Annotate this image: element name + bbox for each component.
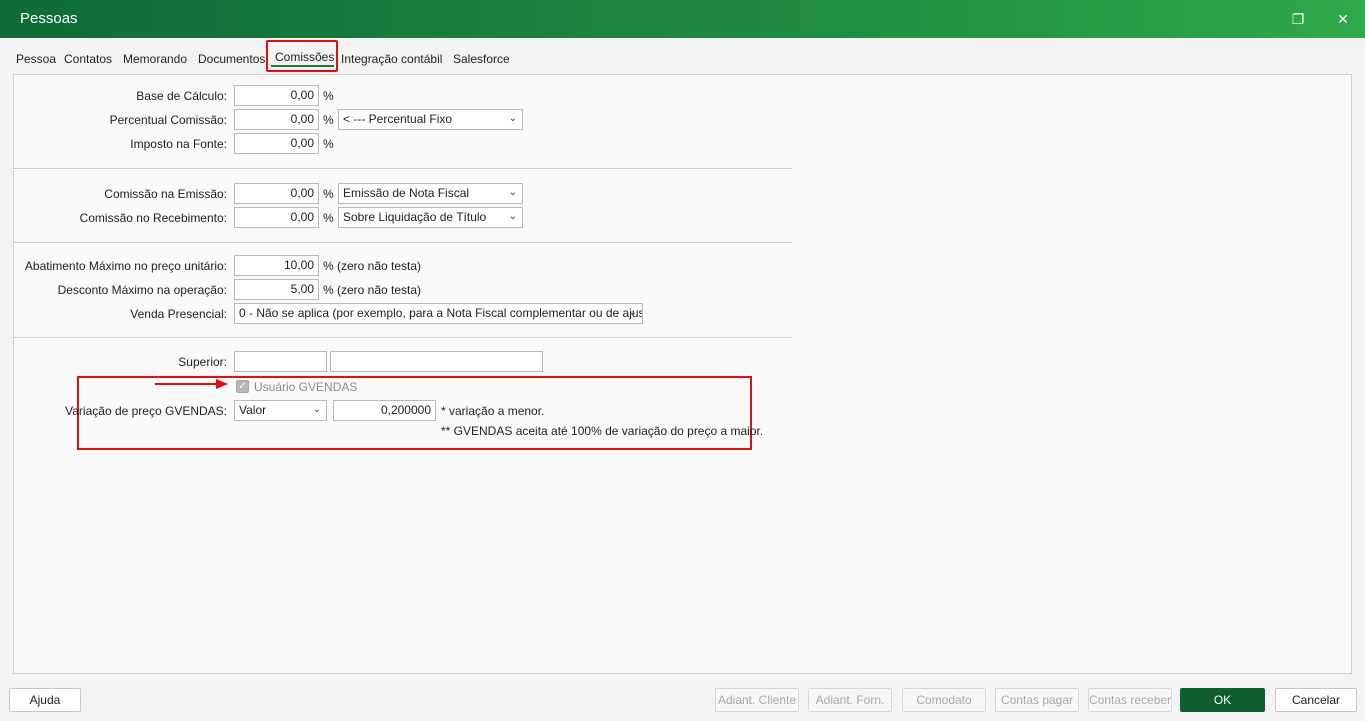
venda-presencial-label: Venda Presencial:: [130, 307, 227, 321]
gvendas-checkbox[interactable]: ✓: [236, 380, 249, 393]
venda-presencial-value: 0 - Não se aplica (por exemplo, para a N…: [239, 306, 643, 320]
comissao-emissao-type: Emissão de Nota Fiscal: [343, 186, 470, 200]
imposto-fonte-unit: %: [323, 137, 334, 151]
percentual-type-value: < --- Percentual Fixo: [343, 112, 453, 126]
chevron-down-icon: ⌄: [508, 113, 517, 124]
variacao-note-maior: ** GVENDAS aceita até 100% de variação d…: [441, 424, 764, 438]
base-calculo-input[interactable]: 0,00: [234, 85, 319, 106]
section-divider: [13, 242, 792, 244]
tab-pessoa[interactable]: Pessoa: [16, 52, 56, 66]
tab-contatos[interactable]: Contatos: [64, 52, 112, 66]
percentual-type-select[interactable]: < --- Percentual Fixo ⌄: [338, 109, 523, 130]
abatimento-maximo-unit: % (zero não testa): [323, 259, 422, 273]
window-title: Pessoas: [20, 10, 78, 27]
checkmark-icon: ✓: [238, 381, 247, 392]
base-calculo-unit: %: [323, 89, 334, 103]
abatimento-maximo-input[interactable]: 10,00: [234, 255, 319, 276]
abatimento-maximo-label: Abatimento Máximo no preço unitário:: [24, 259, 227, 273]
contas-receber-button[interactable]: Contas receber: [1088, 688, 1172, 712]
tab-highlight-annotation: [266, 40, 338, 72]
percentual-comissao-unit: %: [323, 113, 334, 127]
variacao-tipo-value: Valor: [239, 403, 267, 417]
chevron-down-icon: ⌄: [628, 307, 637, 318]
base-calculo-label: Base de Cálculo:: [136, 89, 227, 103]
ok-button[interactable]: OK: [1180, 688, 1265, 712]
red-arrow-annotation: [155, 383, 217, 385]
adiant-forn-button[interactable]: Adiant. Forn.: [808, 688, 892, 712]
chevron-down-icon: ⌄: [508, 187, 517, 198]
tab-documentos[interactable]: Documentos: [198, 52, 265, 66]
commissions-panel: [13, 74, 1352, 674]
superior-code-input[interactable]: [234, 351, 327, 372]
gvendas-checkbox-label: Usuário GVENDAS: [254, 380, 358, 394]
ajuda-button[interactable]: Ajuda: [9, 688, 81, 712]
comissao-emissao-label: Comissão na Emissão:: [104, 187, 227, 201]
restore-icon[interactable]: ❐: [1285, 6, 1311, 32]
close-icon[interactable]: ✕: [1330, 6, 1356, 32]
tab-memorando[interactable]: Memorando: [123, 52, 187, 66]
chevron-down-icon: ⌄: [312, 404, 321, 415]
comodato-button[interactable]: Comodato: [902, 688, 986, 712]
variacao-tipo-select[interactable]: Valor ⌄: [234, 400, 327, 421]
chevron-down-icon: ⌄: [508, 211, 517, 222]
comissao-emissao-input[interactable]: 0,00: [234, 183, 319, 204]
comissao-emissao-unit: %: [323, 187, 334, 201]
comissao-recebimento-label: Comissão no Recebimento:: [79, 211, 227, 225]
imposto-fonte-label: Imposto na Fonte:: [130, 137, 227, 151]
section-divider: [13, 337, 792, 339]
desconto-maximo-input[interactable]: 5,00: [234, 279, 319, 300]
comissao-emissao-select[interactable]: Emissão de Nota Fiscal ⌄: [338, 183, 523, 204]
comissao-recebimento-input[interactable]: 0,00: [234, 207, 319, 228]
comissao-recebimento-unit: %: [323, 211, 334, 225]
variacao-valor-input[interactable]: 0,200000: [333, 400, 436, 421]
tab-bar: Pessoa Contatos Memorando Documentos Com…: [0, 38, 1365, 74]
cancelar-button[interactable]: Cancelar: [1275, 688, 1357, 712]
percentual-comissao-input[interactable]: 0,00: [234, 109, 319, 130]
title-bar: Pessoas ❐ ✕: [0, 0, 1365, 38]
tab-salesforce[interactable]: Salesforce: [453, 52, 510, 66]
section-divider: [13, 168, 792, 170]
superior-label: Superior:: [178, 355, 227, 369]
variacao-preco-label: Variação de preço GVENDAS:: [65, 404, 227, 418]
venda-presencial-select[interactable]: 0 - Não se aplica (por exemplo, para a N…: [234, 303, 643, 324]
superior-name-input[interactable]: [330, 351, 543, 372]
imposto-fonte-input[interactable]: 0,00: [234, 133, 319, 154]
desconto-maximo-unit: % (zero não testa): [323, 283, 422, 297]
percentual-comissao-label: Percentual Comissão:: [109, 113, 227, 127]
variacao-note-menor: * variação a menor.: [441, 404, 545, 418]
contas-pagar-button[interactable]: Contas pagar: [995, 688, 1079, 712]
adiant-cliente-button[interactable]: Adiant. Cliente: [715, 688, 799, 712]
comissao-recebimento-type: Sobre Liquidação de Título: [343, 210, 487, 224]
comissao-recebimento-select[interactable]: Sobre Liquidação de Título ⌄: [338, 207, 523, 228]
red-arrow-head: [216, 379, 228, 389]
desconto-maximo-label: Desconto Máximo na operação:: [57, 283, 227, 297]
tab-integracao-contabil[interactable]: Integração contábil: [341, 52, 442, 66]
